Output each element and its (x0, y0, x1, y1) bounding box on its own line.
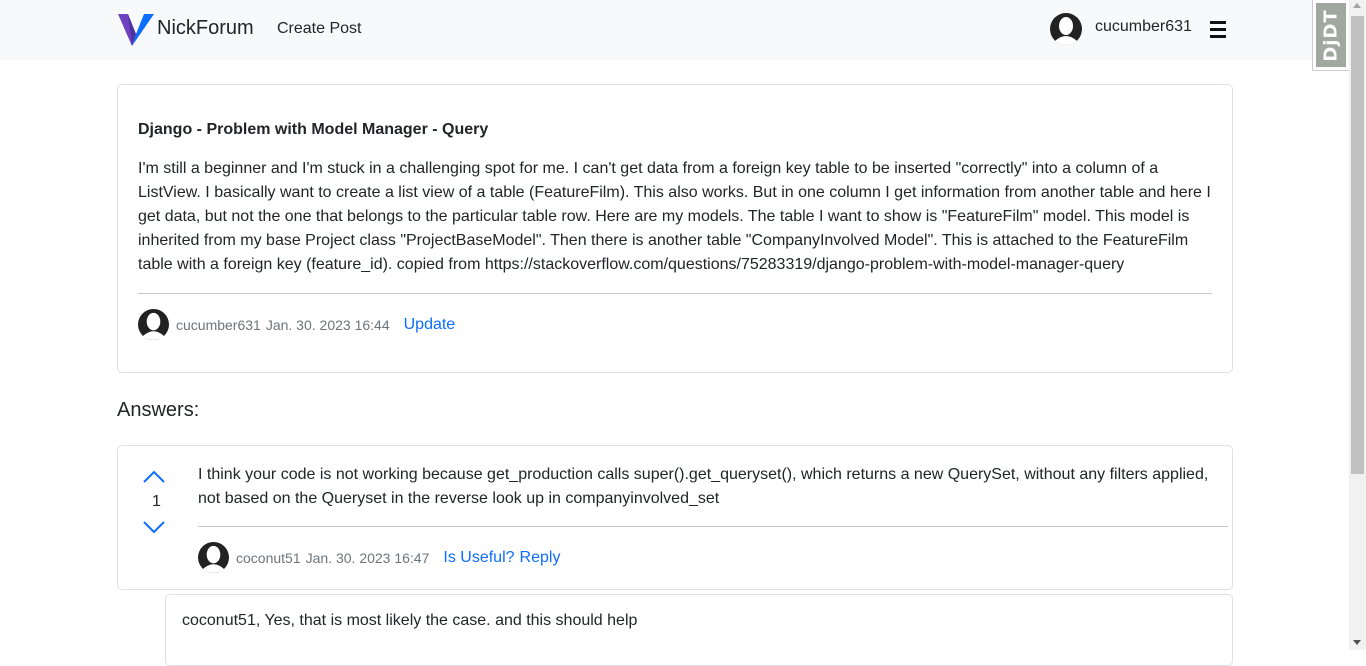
reply-card: coconut51, Yes, that is most likely the … (165, 594, 1233, 666)
hamburger-icon-line (1210, 34, 1226, 38)
debug-toolbar-badge: DjDT (1316, 3, 1346, 67)
scroll-down-arrow-icon[interactable] (1353, 640, 1361, 645)
is-useful-link[interactable]: Is Useful? (443, 549, 514, 567)
scroll-up-arrow-icon[interactable] (1353, 3, 1361, 8)
answers-heading: Answers: (117, 399, 200, 421)
question-date: Jan. 30. 2023 16:44 (265, 316, 390, 333)
debug-toolbar-handle[interactable]: DjDT (1312, 0, 1350, 71)
question-author: cucumber631 (176, 316, 261, 333)
hamburger-icon-line (1210, 27, 1226, 31)
update-link[interactable]: Update (404, 316, 456, 334)
question-body: I'm still a beginner and I'm stuck in a … (138, 160, 1211, 273)
create-post-link[interactable]: Create Post (277, 20, 361, 38)
hamburger-icon (1210, 20, 1226, 24)
downvote-chevron-down-icon[interactable] (142, 520, 166, 534)
reply-body: coconut51, Yes, that is most likely the … (182, 612, 638, 629)
reply-link[interactable]: Reply (520, 549, 561, 567)
brand-name: NickForum (157, 17, 254, 39)
author-avatar-icon (198, 542, 229, 573)
username-label[interactable]: cucumber631 (1095, 18, 1192, 36)
divider (198, 526, 1228, 527)
question-card: Django - Problem with Model Manager - Qu… (117, 84, 1233, 373)
vote-count: 1 (152, 493, 161, 510)
scroll-thumb[interactable] (1351, 16, 1364, 474)
answer-author: coconut51 (236, 549, 301, 566)
answer-date: Jan. 30. 2023 16:47 (305, 549, 430, 566)
question-title: Django - Problem with Model Manager - Qu… (138, 121, 489, 138)
page-scrollbar[interactable] (1349, 0, 1366, 650)
author-avatar-icon (138, 309, 169, 340)
upvote-chevron-up-icon[interactable] (142, 470, 166, 484)
answer-meta: coconut51 Jan. 30. 2023 16:47 Is Useful?… (198, 542, 560, 573)
answer-card: 1 I think your code is not working becau… (117, 445, 1233, 590)
answer-body: I think your code is not working because… (198, 466, 1209, 507)
navbar: NickForum Create Post cucumber631 (0, 0, 1349, 60)
menu-toggle-button[interactable] (1203, 13, 1233, 45)
divider (138, 293, 1212, 294)
brand-link[interactable]: NickForum (118, 14, 254, 46)
brand-logo-icon (118, 14, 154, 46)
user-avatar-icon[interactable] (1050, 13, 1082, 45)
debug-toolbar-label: DjDT (1320, 8, 1342, 62)
question-meta: cucumber631 Jan. 30. 2023 16:44 Update (138, 309, 455, 340)
